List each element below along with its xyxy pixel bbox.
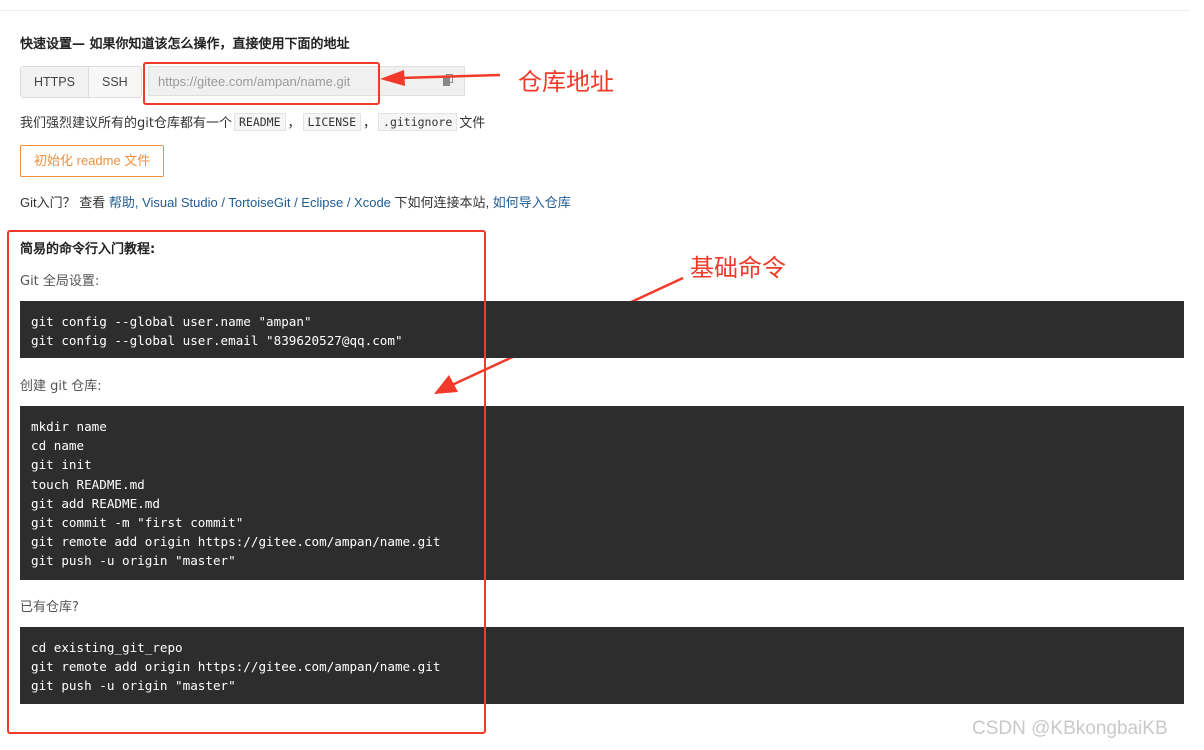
import-repo-link[interactable]: 如何导入仓库 bbox=[493, 195, 571, 210]
chip-separator: ， bbox=[363, 116, 377, 131]
gitignore-chip: .gitignore bbox=[378, 112, 458, 131]
arrow-to-url-head bbox=[380, 70, 405, 86]
getting-started-prefix: Git入门？ 查看 bbox=[20, 195, 109, 210]
arrow-to-url bbox=[399, 73, 501, 80]
commands-highlight-box bbox=[7, 230, 486, 734]
link-separator: , bbox=[134, 195, 143, 210]
git-getting-started: Git入门？ 查看 帮助, Visual Studio / TortoiseGi… bbox=[20, 192, 571, 211]
tools-link[interactable]: Visual Studio / TortoiseGit / Eclipse / … bbox=[142, 195, 391, 210]
getting-started-middle: 下如何连接本站, bbox=[390, 195, 493, 210]
recommend-suffix: 文件 bbox=[459, 116, 486, 131]
chip-separator: ， bbox=[287, 116, 301, 131]
repo-address-annotation: 仓库地址 bbox=[518, 68, 614, 96]
csdn-watermark: CSDN @KBkongbaiKB bbox=[972, 718, 1168, 739]
help-link[interactable]: 帮助 bbox=[109, 195, 135, 210]
readme-chip: README bbox=[233, 112, 286, 131]
license-chip: LICENSE bbox=[302, 112, 361, 131]
init-readme-button[interactable]: 初始化 readme 文件 bbox=[20, 145, 165, 177]
readme-recommendation: 我们强烈建议所有的git仓库都有一个 README ， LICENSE ， .g… bbox=[20, 112, 485, 131]
basic-commands-annotation: 基础命令 bbox=[690, 254, 786, 282]
recommend-prefix: 我们强烈建议所有的git仓库都有一个 bbox=[20, 116, 232, 131]
